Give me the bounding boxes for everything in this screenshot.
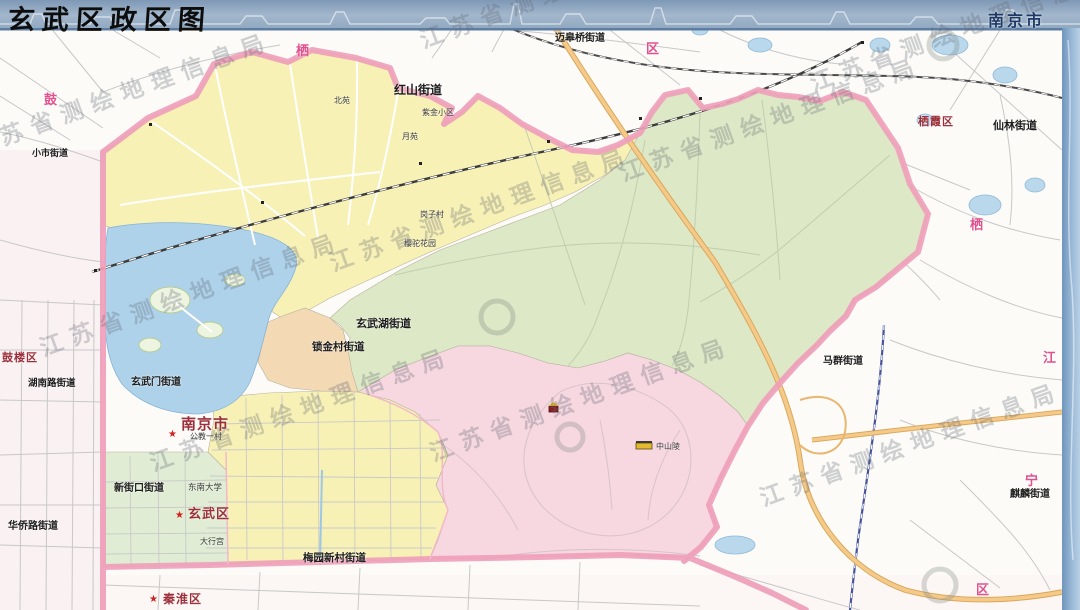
boundary-char-qixia-1: 栖 (296, 45, 309, 58)
street-label-hongshan: 红山街道 (394, 84, 442, 96)
boundary-char-qixia-2: 栖 (970, 219, 983, 232)
district-label-xuanwu: 玄武区 (188, 508, 230, 521)
street-label-huaqiaolu: 华侨路街道 (8, 522, 58, 532)
map-edge-strip (1062, 28, 1080, 610)
seat-star-qinhuai: ★ (149, 595, 158, 605)
street-label-xuanwuhu: 玄武湖街道 (356, 318, 411, 329)
poi-label-yingtuo-huayuan: 樱驼花园 (404, 240, 436, 248)
poi-label-zhongshanling: 中山陵 (656, 443, 680, 451)
poi-label-yueyuan: 月苑 (402, 133, 418, 141)
poi-label-dongnan-university: 东南大学 (188, 484, 222, 493)
boundary-char-qu-2: 区 (976, 584, 989, 597)
poi-label-gongjiao-yicun: 公教一村 (190, 433, 222, 441)
poi-label-zijin-xiaoqu: 紫金小区 (422, 109, 454, 117)
seat-star-xuanwu: ★ (175, 511, 184, 521)
district-label-nanjing: 南京市 (181, 417, 229, 432)
poi-label-beiyuan: 北苑 (334, 97, 350, 105)
district-label-gulou: 鼓楼区 (2, 352, 38, 363)
street-label-qilin: 麒麟街道 (1010, 490, 1050, 500)
boundary-char-qu-1: 区 (646, 43, 659, 56)
street-label-xuanwumen: 玄武门街道 (131, 378, 181, 388)
street-label-meiyuanxincun: 梅园新村街道 (303, 553, 366, 564)
south-outside-tint (103, 575, 1080, 610)
district-label-qinhuai: 秦淮区 (163, 593, 202, 605)
boundary-char-jiangning-2: 宁 (1025, 475, 1038, 488)
map-canvas: 玄武区政区图 南京市 迈皋桥街道 红山街道 玄武湖街道 锁金村街道 玄武门街道 … (0, 0, 1080, 610)
poi-label-daxinggong: 大行宫 (200, 538, 224, 546)
street-label-suojincun: 锁金村街道 (312, 342, 365, 353)
boundary-char-gulou: 鼓 (44, 94, 57, 107)
street-label-xinjiekou: 新街口街道 (114, 484, 164, 494)
poi-label-gangzicun: 岗子村 (420, 211, 444, 219)
map-artwork (0, 0, 1080, 610)
map-title: 玄武区政区图 (7, 0, 214, 37)
boundary-char-jiangning-1: 江 (1043, 352, 1056, 365)
street-label-xianlin: 仙林街道 (993, 120, 1037, 131)
street-label-hunanlu: 湖南路街道 (28, 379, 76, 389)
street-label-maqun: 马群街道 (823, 357, 863, 367)
mausoleum-icon (636, 441, 652, 449)
seat-star-nanjing: ★ (168, 430, 177, 440)
street-label-maigaoqiao: 迈皋桥街道 (555, 34, 605, 44)
street-label-xiaoshi: 小市街道 (32, 150, 68, 159)
city-name-header: 南京市 (988, 7, 1045, 31)
district-label-qixia: 栖霞区 (918, 116, 954, 127)
